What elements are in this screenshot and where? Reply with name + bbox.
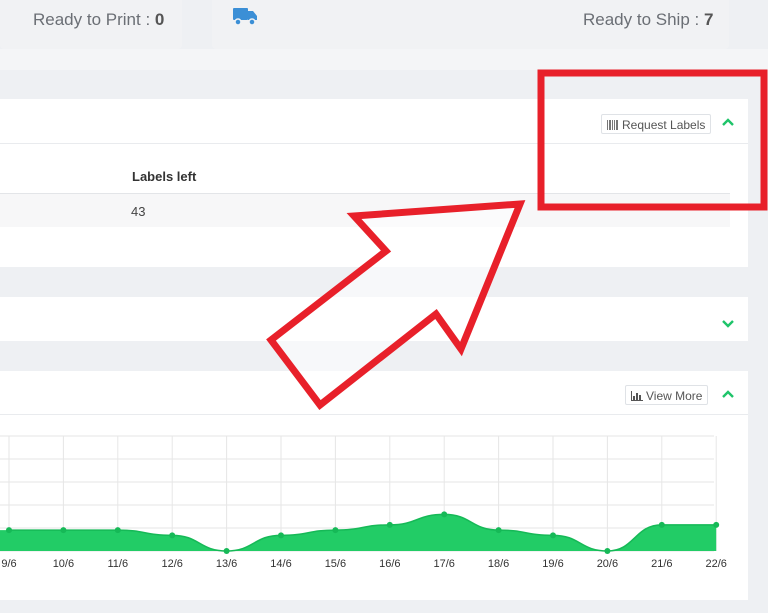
x-tick-label: 12/6 (161, 558, 182, 570)
data-point (60, 527, 67, 534)
labels-table-header: Labels left (0, 157, 730, 194)
orders-area-chart: 9/6 10/6 11/6 12/6 13/6 14/6 15/6 16/6 17/6 18/6 1… (0, 435, 727, 570)
data-point (495, 527, 502, 534)
ready-to-print-card: Ready to Print : 0 (0, 0, 182, 49)
data-point (713, 521, 720, 528)
barcode-icon (607, 116, 619, 136)
x-tick-label: 15/6 (325, 558, 346, 570)
table-row: 43 (0, 194, 730, 227)
x-tick-label: 20/6 (597, 558, 618, 570)
ready-to-print-stat: Ready to Print : 0 (33, 10, 164, 30)
labels-left-cell: 43 (131, 204, 146, 219)
data-point (114, 527, 121, 534)
collapsed-panel (0, 297, 748, 341)
data-point (278, 532, 284, 539)
x-tick-label: 13/6 (216, 558, 237, 570)
data-point (6, 527, 12, 534)
labels-panel: Request Labels Labels left 43 (0, 99, 748, 267)
data-point (658, 521, 665, 528)
series-area (0, 514, 717, 551)
ready-to-ship-card: Ready to Ship : 7 (212, 0, 729, 49)
data-point (550, 532, 556, 539)
chevron-up-icon[interactable] (721, 114, 735, 130)
data-point (223, 548, 230, 554)
data-point (169, 532, 176, 539)
data-point (386, 521, 393, 528)
x-tick-label: 9/6 (1, 558, 16, 570)
section-divider (0, 49, 768, 70)
x-tick-label: 22/6 (705, 558, 726, 570)
chart-panel: View More 9/6 10/6 11/6 12/6 13/6 14/6 15/6 16/… (0, 371, 748, 600)
data-point (332, 527, 339, 534)
data-point (441, 511, 448, 518)
request-labels-button[interactable]: Request Labels (601, 114, 712, 136)
request-labels-label: Request Labels (622, 118, 706, 132)
x-tick-label: 21/6 (651, 558, 672, 570)
data-point (604, 548, 611, 554)
truck-icon (233, 6, 259, 31)
ready-to-ship-value: 7 (703, 10, 714, 29)
labels-panel-header: Request Labels (0, 99, 748, 144)
x-tick-label: 11/6 (108, 558, 129, 570)
ready-to-ship-label: Ready to Ship : (583, 10, 704, 29)
x-tick-label: 19/6 (542, 558, 563, 570)
ready-to-print-value: 0 (154, 10, 165, 29)
x-tick-label: 17/6 (433, 558, 454, 570)
x-tick-label: 14/6 (270, 558, 291, 570)
chevron-down-icon[interactable] (721, 316, 735, 332)
ready-to-print-label: Ready to Print : (33, 10, 155, 29)
ready-to-ship-stat: Ready to Ship : 7 (583, 10, 713, 30)
x-tick-label: 18/6 (488, 558, 509, 570)
x-tick-label: 10/6 (53, 558, 74, 570)
labels-left-column-header: Labels left (132, 169, 197, 184)
x-tick-label: 16/6 (379, 558, 400, 570)
